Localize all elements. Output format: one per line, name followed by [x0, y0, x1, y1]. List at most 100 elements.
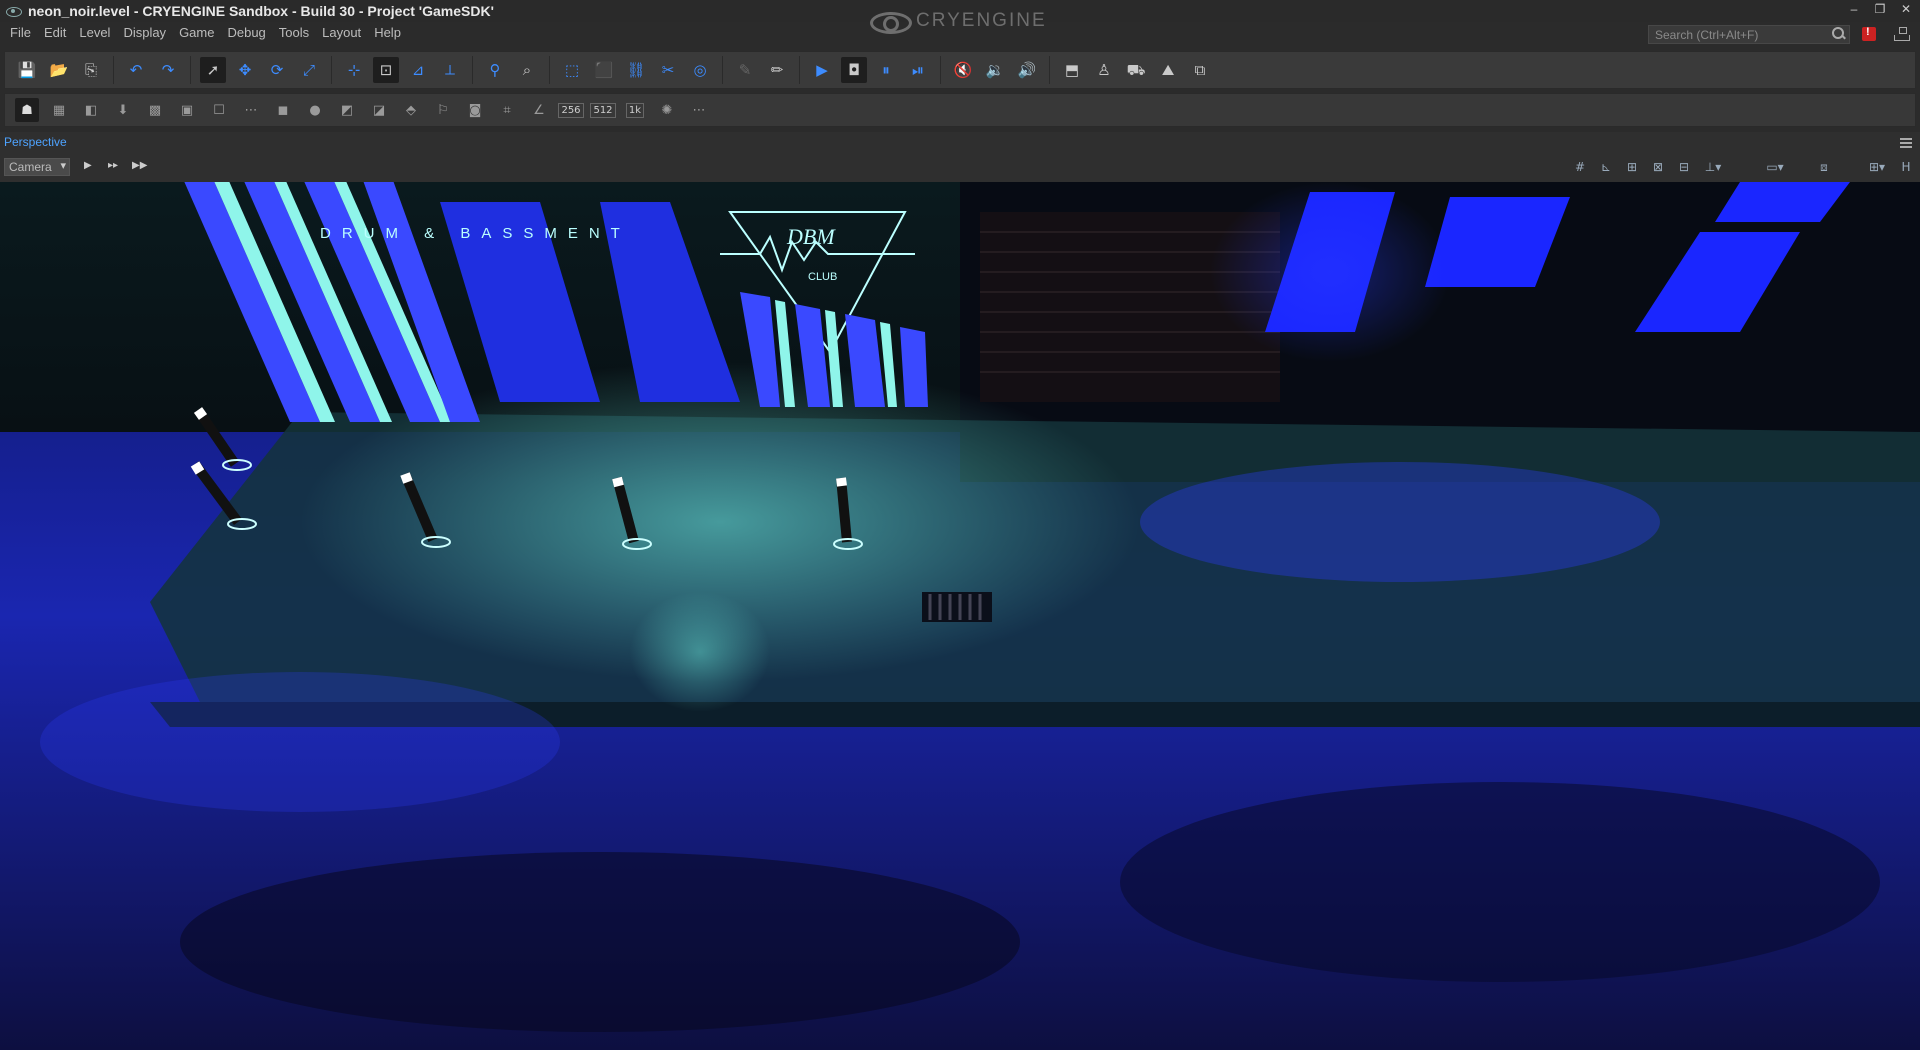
- menu-file[interactable]: File: [10, 25, 31, 40]
- volume-low-icon[interactable]: 🔉: [982, 57, 1008, 83]
- save-icon[interactable]: 💾: [14, 57, 40, 83]
- viewport-menu-icon[interactable]: [1900, 138, 1912, 148]
- display-dots-icon[interactable]: ⋯: [239, 98, 263, 122]
- menu-display[interactable]: Display: [123, 25, 166, 40]
- open-folder-icon[interactable]: 📂: [46, 57, 72, 83]
- export-icon[interactable]: ⎘: [78, 57, 104, 83]
- viewport-tab-perspective[interactable]: Perspective: [4, 135, 67, 149]
- align-to-object-icon[interactable]: ⬛: [591, 57, 617, 83]
- texel-512-button[interactable]: 512: [590, 98, 616, 122]
- rotate-icon[interactable]: ⟳: [264, 57, 290, 83]
- menu-tools[interactable]: Tools: [279, 25, 309, 40]
- goto-selection-icon[interactable]: ⚲: [482, 57, 508, 83]
- window-title: neon_noir.level - CRYENGINE Sandbox - Bu…: [28, 3, 494, 19]
- collision-icon[interactable]: ⧉: [1187, 57, 1213, 83]
- viewport-options: # ⊾ ⊞ ⊠ ⊟ ⊥▾ ▭▾ ⧈ ⊞▾ H: [1570, 158, 1916, 176]
- viewport-scene[interactable]: DRUM & BASSMENT DBM CLUB: [0, 182, 1920, 1050]
- snap-object-icon[interactable]: ⊡: [373, 57, 399, 83]
- ai-step-icon[interactable]: ⏯: [905, 57, 931, 83]
- network-icon[interactable]: [1894, 27, 1910, 41]
- menu-game[interactable]: Game: [179, 25, 214, 40]
- display-more-icon[interactable]: ⋯: [687, 98, 711, 122]
- align-view-icon[interactable]: ⊥▾: [1700, 158, 1726, 176]
- display-default-icon[interactable]: ☗: [15, 98, 39, 122]
- texel-1k-button[interactable]: 1k: [623, 98, 647, 122]
- simulation-group: ▶ ◘ ⏸ ⏯: [806, 56, 941, 84]
- ai-pause-icon[interactable]: ⏸: [873, 57, 899, 83]
- play-icon[interactable]: ▶: [84, 160, 92, 171]
- display-smoothness-icon[interactable]: ▩: [143, 98, 167, 122]
- camera-select[interactable]: Camera: [4, 158, 70, 176]
- maximize-button[interactable]: ❐: [1872, 2, 1888, 16]
- minimize-button[interactable]: –: [1846, 2, 1862, 16]
- display-angle-icon[interactable]: ∠: [527, 98, 551, 122]
- display-light-icon[interactable]: ⬘: [399, 98, 423, 122]
- snap-grid-icon[interactable]: ⊹: [341, 57, 367, 83]
- reflection: [630, 592, 770, 712]
- undo-icon[interactable]: ↶: [123, 57, 149, 83]
- volume-high-icon[interactable]: 🔊: [1014, 57, 1040, 83]
- paint-brush-icon[interactable]: ✎: [732, 57, 758, 83]
- search-input[interactable]: Search (Ctrl+Alt+F): [1648, 25, 1850, 44]
- record-icon[interactable]: ▶▶: [132, 160, 147, 171]
- display-ao-icon[interactable]: ▣: [175, 98, 199, 122]
- pencil-icon[interactable]: ✏: [764, 57, 790, 83]
- cryengine-app-icon[interactable]: [6, 5, 22, 17]
- display-shadow-icon[interactable]: ◪: [367, 98, 391, 122]
- display-lod-icon[interactable]: ⌗: [495, 98, 519, 122]
- notification-icon[interactable]: [1862, 26, 1876, 41]
- transform-group: ➚ ✥ ⟳ ⤢: [197, 56, 332, 84]
- redo-icon[interactable]: ↷: [155, 57, 181, 83]
- snap-normal-icon[interactable]: ⟂: [437, 57, 463, 83]
- display-solid-icon[interactable]: ◼: [271, 98, 295, 122]
- axis-icon[interactable]: ⊾: [1596, 158, 1616, 176]
- display-mode-icon[interactable]: ▭▾: [1762, 158, 1788, 176]
- display-particles-icon[interactable]: ✺: [655, 98, 679, 122]
- simulate-icon[interactable]: ▶: [809, 57, 835, 83]
- menu-layout[interactable]: Layout: [322, 25, 361, 40]
- display-wireframe-icon[interactable]: ☐: [207, 98, 231, 122]
- resolution-icon[interactable]: ⧈: [1814, 158, 1834, 176]
- display-sphere-icon[interactable]: ●: [303, 98, 327, 122]
- link-icon[interactable]: ⛓: [623, 57, 649, 83]
- help-icon[interactable]: H: [1896, 158, 1916, 176]
- zoom-icon[interactable]: ⌕: [514, 57, 540, 83]
- step-forward-icon[interactable]: ▸▸: [108, 160, 118, 171]
- grid-icon[interactable]: #: [1570, 158, 1590, 176]
- viewport-header: Perspective Camera ▶ ▸▸ ▶▶ # ⊾ ⊞ ⊠ ⊟ ⊥▾ …: [0, 132, 1920, 182]
- scale-icon[interactable]: ⤢: [296, 57, 322, 83]
- mute-icon[interactable]: 🔇: [950, 57, 976, 83]
- texel-256-button[interactable]: 256: [558, 98, 584, 122]
- physics-icon[interactable]: ◘: [841, 57, 867, 83]
- unlink-icon[interactable]: ✂: [655, 57, 681, 83]
- pivot-icon[interactable]: ◎: [687, 57, 713, 83]
- snap-pivot-icon[interactable]: ⊟: [1674, 158, 1694, 176]
- close-button[interactable]: ✕: [1898, 2, 1914, 16]
- align-group: ⬚ ⬛ ⛓ ✂ ◎: [556, 56, 723, 84]
- display-albedo-icon[interactable]: ▦: [47, 98, 71, 122]
- menu-help[interactable]: Help: [374, 25, 401, 40]
- select-icon[interactable]: ➚: [200, 57, 226, 83]
- align-icon[interactable]: ⬚: [559, 57, 585, 83]
- display-normals-icon[interactable]: ◧: [79, 98, 103, 122]
- display-specular-icon[interactable]: ⬇: [111, 98, 135, 122]
- display-camera-icon[interactable]: ◙: [463, 98, 487, 122]
- display-probe-icon[interactable]: ⚐: [431, 98, 455, 122]
- menu-level[interactable]: Level: [79, 25, 110, 40]
- display-toolbar: ☗ ▦ ◧ ⬇ ▩ ▣ ☐ ⋯ ◼ ● ◩ ◪ ⬘ ⚐ ◙ ⌗ ∠ 256 51…: [4, 93, 1916, 127]
- toggle-helpers-icon[interactable]: ⬒: [1059, 57, 1085, 83]
- snap-vertex-icon[interactable]: ⊠: [1648, 158, 1668, 176]
- paint-group: ✎ ✏: [729, 56, 800, 84]
- display-gradient-icon[interactable]: ◩: [335, 98, 359, 122]
- menu-debug[interactable]: Debug: [227, 25, 265, 40]
- snap-terrain-icon[interactable]: ⊿: [405, 57, 431, 83]
- terrain-icon[interactable]: ⛰: [1155, 57, 1181, 83]
- vehicle-icon[interactable]: ⛟: [1123, 57, 1149, 83]
- layout-icon[interactable]: ⊞▾: [1864, 158, 1890, 176]
- frame-icon[interactable]: ⊞: [1622, 158, 1642, 176]
- move-icon[interactable]: ✥: [232, 57, 258, 83]
- menu-edit[interactable]: Edit: [44, 25, 66, 40]
- drain-grate: [922, 592, 992, 622]
- search-icon[interactable]: [1832, 27, 1844, 39]
- character-icon[interactable]: ♙: [1091, 57, 1117, 83]
